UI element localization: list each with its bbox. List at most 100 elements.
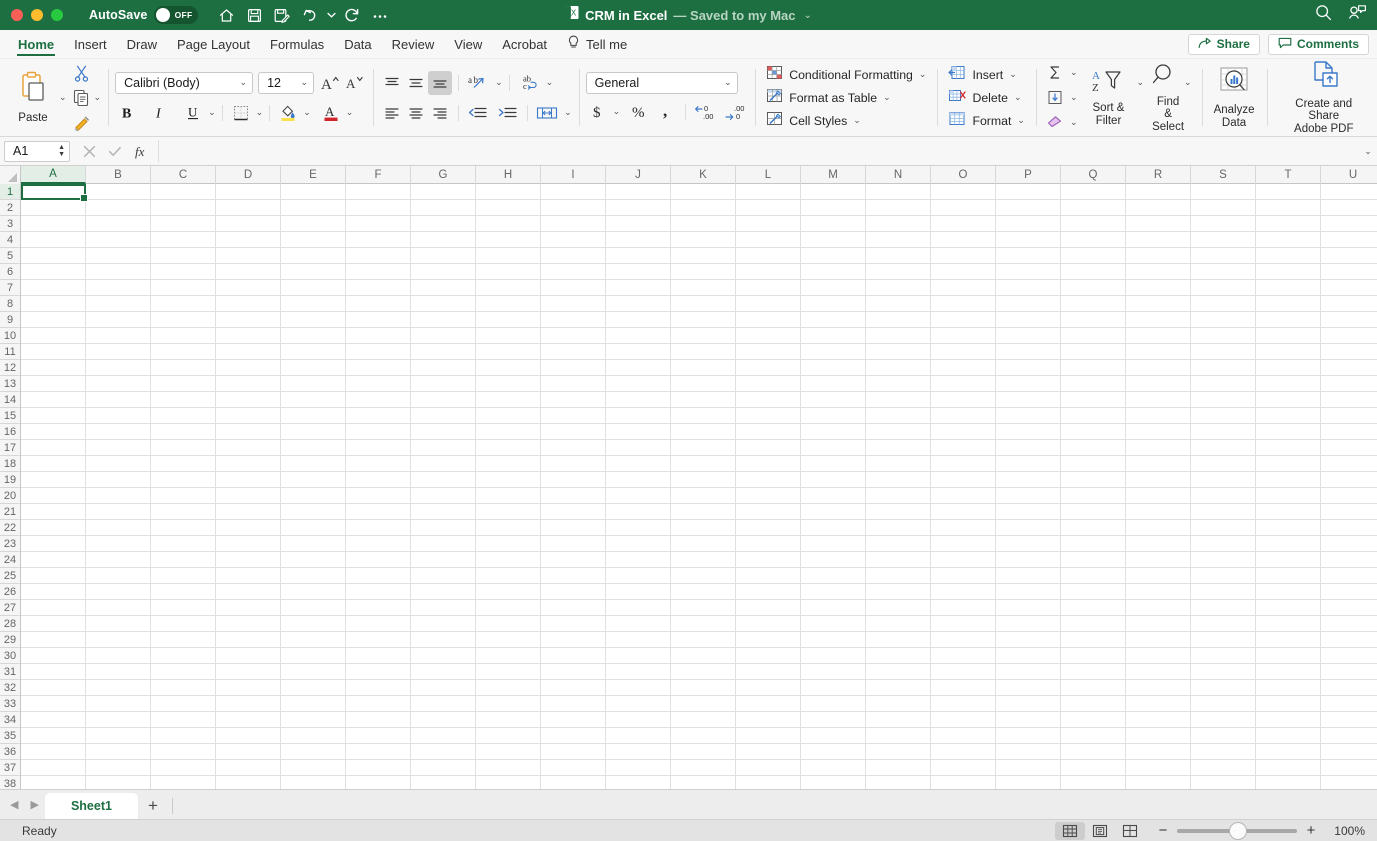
cell-R7[interactable] <box>1126 280 1191 296</box>
cell-L5[interactable] <box>736 248 801 264</box>
cell-M30[interactable] <box>801 648 866 664</box>
cell-E17[interactable] <box>281 440 346 456</box>
cell-B28[interactable] <box>86 616 151 632</box>
autosave-toggle[interactable]: OFF <box>154 6 199 24</box>
cell-J9[interactable] <box>606 312 671 328</box>
cell-N38[interactable] <box>866 776 931 789</box>
cell-P20[interactable] <box>996 488 1061 504</box>
cell-H30[interactable] <box>476 648 541 664</box>
cell-S3[interactable] <box>1191 216 1256 232</box>
cell-F35[interactable] <box>346 728 411 744</box>
currency-caret-icon[interactable]: ⌄ <box>613 106 621 117</box>
cell-C37[interactable] <box>151 760 216 776</box>
cell-E34[interactable] <box>281 712 346 728</box>
cell-D9[interactable] <box>216 312 281 328</box>
cell-T26[interactable] <box>1256 584 1321 600</box>
cell-Q27[interactable] <box>1061 600 1126 616</box>
cell-C4[interactable] <box>151 232 216 248</box>
increase-font-size-button[interactable]: A <box>318 71 342 95</box>
cell-E15[interactable] <box>281 408 346 424</box>
cell-I29[interactable] <box>541 632 606 648</box>
cell-R19[interactable] <box>1126 472 1191 488</box>
cell-B9[interactable] <box>86 312 151 328</box>
cell-U9[interactable] <box>1321 312 1377 328</box>
row-header-35[interactable]: 35 <box>0 728 20 744</box>
cell-F31[interactable] <box>346 664 411 680</box>
cell-N22[interactable] <box>866 520 931 536</box>
cell-H8[interactable] <box>476 296 541 312</box>
cell-B18[interactable] <box>86 456 151 472</box>
cell-M5[interactable] <box>801 248 866 264</box>
cell-O14[interactable] <box>931 392 996 408</box>
cell-N6[interactable] <box>866 264 931 280</box>
cell-N19[interactable] <box>866 472 931 488</box>
save-as-icon[interactable] <box>268 2 296 28</box>
cell-Q14[interactable] <box>1061 392 1126 408</box>
cell-B22[interactable] <box>86 520 151 536</box>
cell-O31[interactable] <box>931 664 996 680</box>
cell-P13[interactable] <box>996 376 1061 392</box>
row-header-10[interactable]: 10 <box>0 328 20 344</box>
cell-T32[interactable] <box>1256 680 1321 696</box>
cell-O13[interactable] <box>931 376 996 392</box>
cell-Q6[interactable] <box>1061 264 1126 280</box>
cell-L8[interactable] <box>736 296 801 312</box>
cell-D27[interactable] <box>216 600 281 616</box>
cell-T10[interactable] <box>1256 328 1321 344</box>
cell-N3[interactable] <box>866 216 931 232</box>
merge-center-caret-icon[interactable]: ⌄ <box>564 107 572 118</box>
cell-I22[interactable] <box>541 520 606 536</box>
cell-G27[interactable] <box>411 600 476 616</box>
column-header-a[interactable]: A <box>21 166 86 184</box>
cell-P3[interactable] <box>996 216 1061 232</box>
cell-A22[interactable] <box>21 520 86 536</box>
cell-S8[interactable] <box>1191 296 1256 312</box>
cell-Q33[interactable] <box>1061 696 1126 712</box>
cell-N16[interactable] <box>866 424 931 440</box>
cell-O16[interactable] <box>931 424 996 440</box>
cell-U13[interactable] <box>1321 376 1377 392</box>
cell-L22[interactable] <box>736 520 801 536</box>
cell-P27[interactable] <box>996 600 1061 616</box>
tab-data[interactable]: Data <box>334 30 381 58</box>
row-header-16[interactable]: 16 <box>0 424 20 440</box>
cell-S7[interactable] <box>1191 280 1256 296</box>
cell-L17[interactable] <box>736 440 801 456</box>
cell-M2[interactable] <box>801 200 866 216</box>
clear-caret-icon[interactable]: ⌄ <box>1070 117 1078 128</box>
cell-J33[interactable] <box>606 696 671 712</box>
cell-R22[interactable] <box>1126 520 1191 536</box>
cell-T18[interactable] <box>1256 456 1321 472</box>
cell-H31[interactable] <box>476 664 541 680</box>
cell-P10[interactable] <box>996 328 1061 344</box>
cell-E20[interactable] <box>281 488 346 504</box>
cell-I3[interactable] <box>541 216 606 232</box>
cell-A32[interactable] <box>21 680 86 696</box>
cell-U3[interactable] <box>1321 216 1377 232</box>
cell-U35[interactable] <box>1321 728 1377 744</box>
decrease-indent-button[interactable] <box>465 101 491 125</box>
cell-D19[interactable] <box>216 472 281 488</box>
cell-L18[interactable] <box>736 456 801 472</box>
cell-P37[interactable] <box>996 760 1061 776</box>
cell-E2[interactable] <box>281 200 346 216</box>
cell-G22[interactable] <box>411 520 476 536</box>
cell-K27[interactable] <box>671 600 736 616</box>
cell-G15[interactable] <box>411 408 476 424</box>
wrap-text-button[interactable]: ab c <box>516 71 542 95</box>
cell-C1[interactable] <box>151 184 216 200</box>
cell-N31[interactable] <box>866 664 931 680</box>
cell-D12[interactable] <box>216 360 281 376</box>
cell-Q18[interactable] <box>1061 456 1126 472</box>
cell-H13[interactable] <box>476 376 541 392</box>
cell-M4[interactable] <box>801 232 866 248</box>
conditional-formatting-button[interactable]: Conditional Formatting ⌄ <box>762 64 930 86</box>
align-left-button[interactable] <box>380 101 404 125</box>
cell-C5[interactable] <box>151 248 216 264</box>
cell-S13[interactable] <box>1191 376 1256 392</box>
cell-E27[interactable] <box>281 600 346 616</box>
cell-B31[interactable] <box>86 664 151 680</box>
analyze-data-button[interactable]: Analyze Data <box>1209 65 1260 131</box>
cell-F20[interactable] <box>346 488 411 504</box>
cell-Q21[interactable] <box>1061 504 1126 520</box>
